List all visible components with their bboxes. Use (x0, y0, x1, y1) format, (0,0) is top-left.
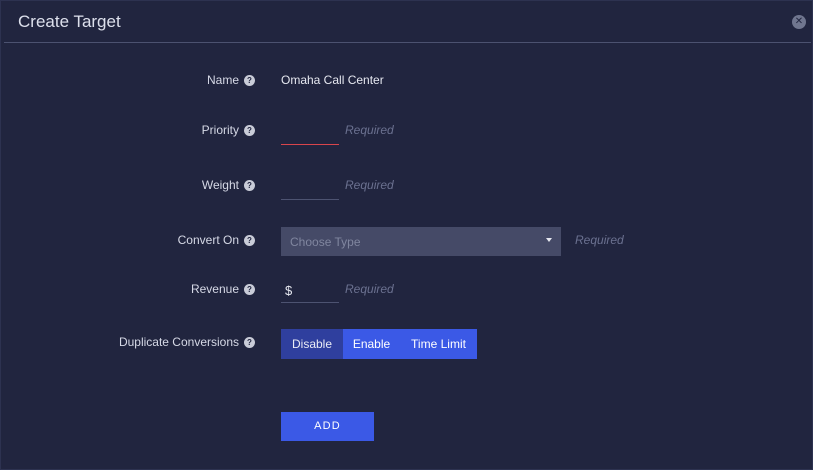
convert-on-select[interactable]: Choose Type (281, 227, 561, 256)
weight-label: Weight (201, 178, 239, 192)
close-icon[interactable]: ✕ (792, 15, 806, 29)
chevron-down-icon (546, 238, 552, 242)
help-icon[interactable]: ? (244, 75, 255, 86)
add-button[interactable]: ADD (281, 412, 374, 441)
help-icon[interactable]: ? (244, 235, 255, 246)
duplicate-disable-option[interactable]: Disable (281, 329, 343, 359)
help-icon[interactable]: ? (244, 284, 255, 295)
name-value: Omaha Call Center (281, 73, 384, 87)
convert-on-required-hint: Required (575, 233, 624, 247)
duplicate-conversions-label: Duplicate Conversions (118, 335, 239, 349)
priority-required-hint: Required (345, 123, 394, 137)
priority-input[interactable] (281, 123, 339, 145)
priority-label: Priority (201, 123, 239, 137)
modal-title: Create Target (18, 12, 121, 31)
weight-input[interactable] (281, 178, 339, 200)
convert-on-placeholder: Choose Type (290, 235, 361, 249)
duplicate-enable-option[interactable]: Enable (343, 329, 400, 359)
convert-on-label: Convert On (177, 233, 239, 247)
duplicate-time-limit-option[interactable]: Time Limit (400, 329, 477, 359)
help-icon[interactable]: ? (244, 337, 255, 348)
revenue-input[interactable] (281, 281, 339, 303)
modal-header: Create Target ✕ (4, 1, 811, 43)
help-icon[interactable]: ? (244, 125, 255, 136)
weight-required-hint: Required (345, 178, 394, 192)
create-target-modal: Create Target ✕ Name ? Omaha Call Center… (0, 0, 813, 470)
name-label: Name (206, 73, 239, 87)
revenue-label: Revenue (190, 282, 239, 296)
revenue-required-hint: Required (345, 282, 394, 296)
help-icon[interactable]: ? (244, 180, 255, 191)
